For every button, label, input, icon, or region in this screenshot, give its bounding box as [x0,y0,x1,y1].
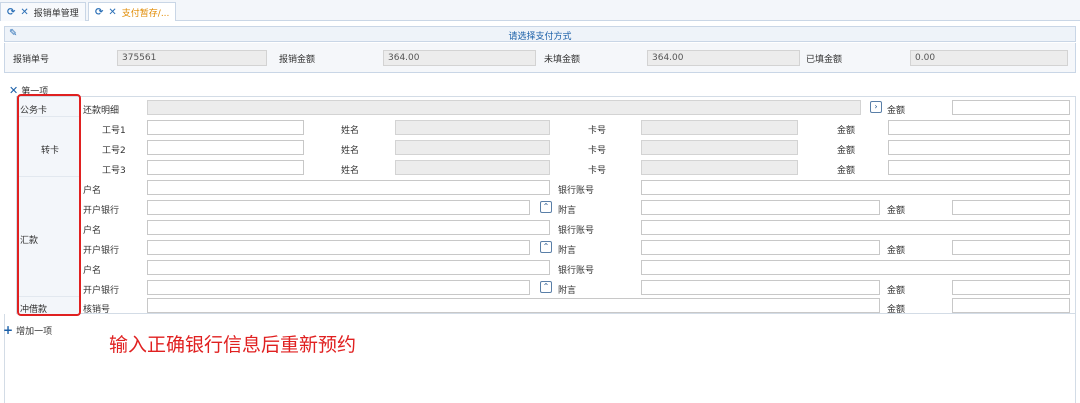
chevron-up-icon[interactable]: ⌃ [540,281,552,293]
employee-id-label: 工号2 [102,146,126,156]
huikuan-amount-3-input[interactable] [952,280,1070,295]
refresh-icon[interactable]: ⟳ [7,7,15,18]
name-label: 姓名 [341,126,360,136]
chevron-up-icon[interactable]: ⌃ [540,241,552,253]
card-no-3-field [641,160,798,175]
category-highlight-box [17,94,81,316]
bank-account-2-input[interactable] [641,220,1070,235]
summary-bar: 报销单号 375561 报销金额 364.00 未填金额 364.00 已填金额… [4,43,1076,73]
huikuan-amount-2-input[interactable] [952,240,1070,255]
expense-amount-value: 364.00 [383,50,536,66]
remark-3-input[interactable] [641,280,880,295]
add-item-label: 增加一项 [16,326,53,337]
plus-icon: + [3,323,14,337]
unfilled-amount-value: 364.00 [647,50,800,66]
amount-label: 金额 [887,106,906,116]
payment-method-header: ✎ 请选择支付方式 [4,26,1076,42]
panel-title: 请选择支付方式 [508,32,572,42]
expense-no-label: 报销单号 [13,55,50,65]
card-no-label: 卡号 [588,146,607,156]
bank-account-3-input[interactable] [641,260,1070,275]
remark-1-input[interactable] [641,200,880,215]
filled-amount-label: 已填金额 [806,55,843,65]
amount-label: 金额 [837,126,856,136]
bank-account-label: 银行账号 [558,186,595,196]
account-name-label: 户名 [83,266,102,276]
name-2-field [395,140,550,155]
close-icon[interactable]: ✕ [108,7,116,18]
name-label: 姓名 [341,146,360,156]
bank-account-label: 银行账号 [558,266,595,276]
bank-3-input[interactable] [147,280,530,295]
unfilled-amount-label: 未填金额 [544,55,581,65]
writeoff-no-input[interactable] [147,298,880,313]
close-icon[interactable]: ✕ [20,7,28,18]
amount-label: 金额 [887,246,906,256]
remark-2-input[interactable] [641,240,880,255]
account-name-2-input[interactable] [147,220,550,235]
chongjie-amount-input[interactable] [952,298,1070,313]
card-no-label: 卡号 [588,166,607,176]
payment-form: 公务卡 还款明细 › 金额 转卡 工号1 姓名 卡号 金额 工号2 姓名 卡号 … [16,96,1076,315]
refresh-icon[interactable]: ⟳ [95,7,103,18]
bank-label: 开户银行 [83,246,120,256]
name-label: 姓名 [341,166,360,176]
bank-account-label: 银行账号 [558,226,595,236]
remark-label: 附言 [558,286,577,296]
amount-label: 金额 [837,166,856,176]
bank-2-input[interactable] [147,240,530,255]
name-1-field [395,120,550,135]
employee-id-1-input[interactable] [147,120,304,135]
tab-bar: ⟳ ✕ 报销单管理 ⟳ ✕ 支付暂存/... [0,0,1080,21]
repayment-detail-field[interactable] [147,100,861,115]
employee-id-3-input[interactable] [147,160,304,175]
account-name-3-input[interactable] [147,260,550,275]
form-footer-area [4,314,1076,403]
account-name-label: 户名 [83,226,102,236]
bank-label: 开户银行 [83,206,120,216]
zhuanka-amount-1-input[interactable] [888,120,1070,135]
bank-account-1-input[interactable] [641,180,1070,195]
card-no-2-field [641,140,798,155]
gongwuka-amount-input[interactable] [952,100,1070,115]
zhuanka-amount-3-input[interactable] [888,160,1070,175]
employee-id-2-input[interactable] [147,140,304,155]
zhuanka-amount-2-input[interactable] [888,140,1070,155]
employee-id-label: 工号1 [102,126,126,136]
tab-payment-draft[interactable]: ⟳ ✕ 支付暂存/... [88,2,177,21]
chevron-right-icon[interactable]: › [870,101,882,113]
remark-label: 附言 [558,206,577,216]
card-no-label: 卡号 [588,126,607,136]
chevron-up-icon[interactable]: ⌃ [540,201,552,213]
name-3-field [395,160,550,175]
employee-id-label: 工号3 [102,166,126,176]
card-no-1-field [641,120,798,135]
repayment-detail-label: 还款明细 [83,106,120,116]
bank-label: 开户银行 [83,286,120,296]
amount-label: 金额 [887,206,906,216]
expense-no-value: 375561 [117,50,267,66]
annotation-text: 输入正确银行信息后重新预约 [109,334,357,356]
expense-amount-label: 报销金额 [279,55,316,65]
tab-expense-management[interactable]: ⟳ ✕ 报销单管理 [0,2,86,21]
tab-label: 报销单管理 [33,8,79,19]
add-item-button[interactable]: + 增加一项 [3,323,52,337]
amount-label: 金额 [837,146,856,156]
bank-1-input[interactable] [147,200,530,215]
account-name-1-input[interactable] [147,180,550,195]
amount-label: 金额 [887,286,906,296]
account-name-label: 户名 [83,186,102,196]
remark-label: 附言 [558,246,577,256]
filled-amount-value: 0.00 [910,50,1068,66]
huikuan-amount-1-input[interactable] [952,200,1070,215]
tab-label: 支付暂存/... [121,8,170,19]
